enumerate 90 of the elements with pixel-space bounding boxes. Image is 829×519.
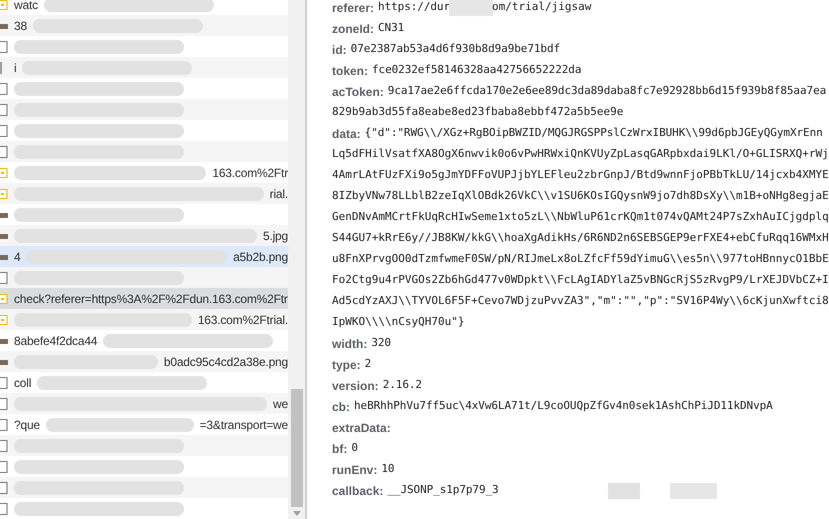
document-icon: [0, 502, 8, 514]
request-name: 163.com%2Ftr: [212, 164, 288, 182]
document-icon: [0, 440, 8, 452]
param-value: 2.16.2: [382, 377, 422, 394]
request-row[interactable]: check?referer=https%3A%2F%2Fdun.163.com%2Ftr: [0, 288, 288, 309]
param-key: id:: [332, 40, 347, 58]
request-name: ?que: [14, 416, 40, 434]
param-value: 07e2387ab53a4d6f930b8d9a9be71bdf: [350, 41, 560, 58]
param-key: runEnv:: [332, 460, 378, 478]
request-icon: [0, 294, 8, 304]
param-value: om/trial/jigsaw: [492, 0, 592, 16]
request-name: a5b2b.png: [233, 248, 288, 266]
request-row[interactable]: [0, 477, 288, 498]
request-row[interactable]: 4 a5b2b.png: [0, 246, 288, 267]
param-value: 10: [381, 461, 394, 478]
request-name: coll: [14, 374, 32, 392]
param-value: 9ca17ae2e6ffcda170e2e6ee89dc3da89daba8fc7e92928bb6d15f939b8f85aa7ea: [388, 83, 826, 100]
param-value: GenDNvAmMCrtFkUqRcHIwSeme1xto5zL\\NbWluP61crKQm1t074vQAMt24P7sZxhAuICjgdplq: [332, 209, 829, 226]
param-value: S44GU7+kRrE6y//JB8KW/kkG\\hoaXgAdikHs/6R6ND2n6SEBSGEP9erFXE4+ebCfuRqq16WMxH: [332, 230, 829, 246]
document-icon: [0, 82, 8, 94]
document-icon: [0, 272, 8, 284]
param-value: Lq5dFHilVsatfXA8OgX6nwvik0o6vPwHRWxiQnKVUyZpLasqGARpbxdai9LKl/O+GLISRXQ+rWj: [332, 146, 829, 162]
scrollbar-thumb[interactable]: [290, 389, 302, 507]
param-value: __JSONP_s1p7p79_3: [387, 482, 499, 498]
param-value: fce0232ef58146328aa42756652222da: [372, 62, 582, 78]
request-row[interactable]: [0, 267, 288, 288]
param-value: {"d":"RWG\\/XGz+RgBOipBWZID/MQGJRGSPPslCzWrxIBUHK\\99d6pbJGEyQGymXrEnn: [364, 125, 823, 142]
request-name: i: [14, 60, 16, 76]
request-name: check?referer=https%3A%2F%2Fdun.163.com%2Ftr: [14, 290, 288, 308]
param-value: CN31: [378, 20, 404, 36]
param-key: data:: [332, 124, 361, 142]
document-icon: [0, 376, 8, 388]
param-value: Ad5cdYzAXJ\\TYVOL6F5F+Cevo7WDjzuPvvZA3","m":"","p":"SV16P4Wy\\6cKjunXwftci8: [332, 293, 829, 310]
param-key: acToken:: [332, 82, 384, 100]
param-value: https://dur: [378, 0, 450, 16]
scrollbar[interactable]: [288, 0, 305, 519]
request-name: =3&transport=we: [200, 416, 288, 434]
document-icon: [0, 482, 8, 494]
param-value: 8IZbyVNw78LLblB2zeIqXlOBdk26VkC\\v1SU6KOsIGQysnW9jo7dh8DsXy\\m1B+oNHg8egjaE: [332, 188, 829, 204]
scroll-down-icon[interactable]: [292, 511, 300, 517]
request-name: 163.com%2Ftrial.: [198, 312, 288, 328]
blurred-area: [670, 482, 717, 498]
document-icon: [0, 146, 8, 158]
request-row[interactable]: we: [0, 393, 288, 414]
request-row[interactable]: [0, 99, 288, 120]
request-icon: [0, 0, 8, 10]
request-name: rial.: [270, 186, 288, 202]
param-key: extraData:: [332, 418, 391, 436]
request-icon: [0, 314, 8, 324]
request-row[interactable]: b0adc95c4cd2a38e.png: [0, 351, 288, 372]
request-name: 38: [14, 18, 27, 34]
param-key: width:: [332, 334, 368, 352]
param-key: version:: [332, 376, 379, 394]
param-key: zoneId:: [332, 20, 374, 38]
document-icon: [0, 398, 8, 410]
document-icon: [0, 104, 8, 116]
param-key: token:: [332, 62, 368, 80]
request-row[interactable]: [0, 435, 288, 456]
request-name: watc: [14, 0, 38, 14]
param-value: 0: [351, 440, 358, 456]
param-value: 320: [371, 335, 391, 352]
param-key: referer:: [332, 0, 374, 16]
param-value: 2: [364, 356, 372, 372]
request-row[interactable]: 38: [0, 15, 288, 36]
request-name: 4: [14, 248, 20, 266]
param-value: Fo2Ctg9u4rPVGOs2Zb6hGd477v0WDpkt\\FcLAgIADYlaZ5vBNGcRjS5zRvgP9/LrXEJDVbCZ+I: [332, 272, 829, 288]
request-name: 5.jpg: [262, 228, 288, 244]
request-icon: [0, 168, 8, 178]
request-row[interactable]: 5.jpg: [0, 225, 288, 246]
request-name: b0adc95c4cd2a38e.png: [164, 354, 288, 370]
document-icon: [0, 460, 8, 472]
request-name: 8abefe4f2dca44: [14, 332, 98, 350]
param-key: cb:: [332, 398, 350, 416]
request-row[interactable]: rial.: [0, 183, 288, 204]
param-value: IpWKO\\\\nCsyQH70u"}: [332, 314, 464, 330]
document-icon: [0, 40, 8, 52]
param-value: u8FnXPrvgOO0dTzmfwmeF0SW/pN/RIJmeLx8oLZfcFf59dYimuG\\es5n\\977toHBnnycO1BbE: [332, 251, 829, 268]
request-row[interactable]: i: [0, 57, 288, 78]
request-row[interactable]: [0, 141, 288, 162]
document-icon: [0, 124, 8, 136]
document-icon: [0, 418, 8, 430]
param-key: bf:: [332, 440, 348, 458]
request-name: we: [273, 396, 288, 412]
param-key: callback:: [332, 482, 384, 500]
param-key: type:: [332, 356, 361, 374]
param-value: 829b9ab3d55fa8eabe8ed23fbaba8ebbf472a5b5ee9e: [332, 104, 624, 120]
param-value: heBRhhPhVu7ff5uc\4xVw6LA71t/L9coOUQpZfGv4n0sek1AshChPiJD11kDNvpA: [354, 398, 773, 414]
request-row[interactable]: 163.com%2Ftrial.: [0, 309, 288, 330]
param-value: 4AmrLAtFUzFXi9o5gJmYDFFoVUPJjbYLEFleu2zbrGnpJ/Btd9wnnFjoPBbTkLU/14jcxb4XMYE: [332, 167, 829, 184]
request-icon: [0, 188, 8, 198]
